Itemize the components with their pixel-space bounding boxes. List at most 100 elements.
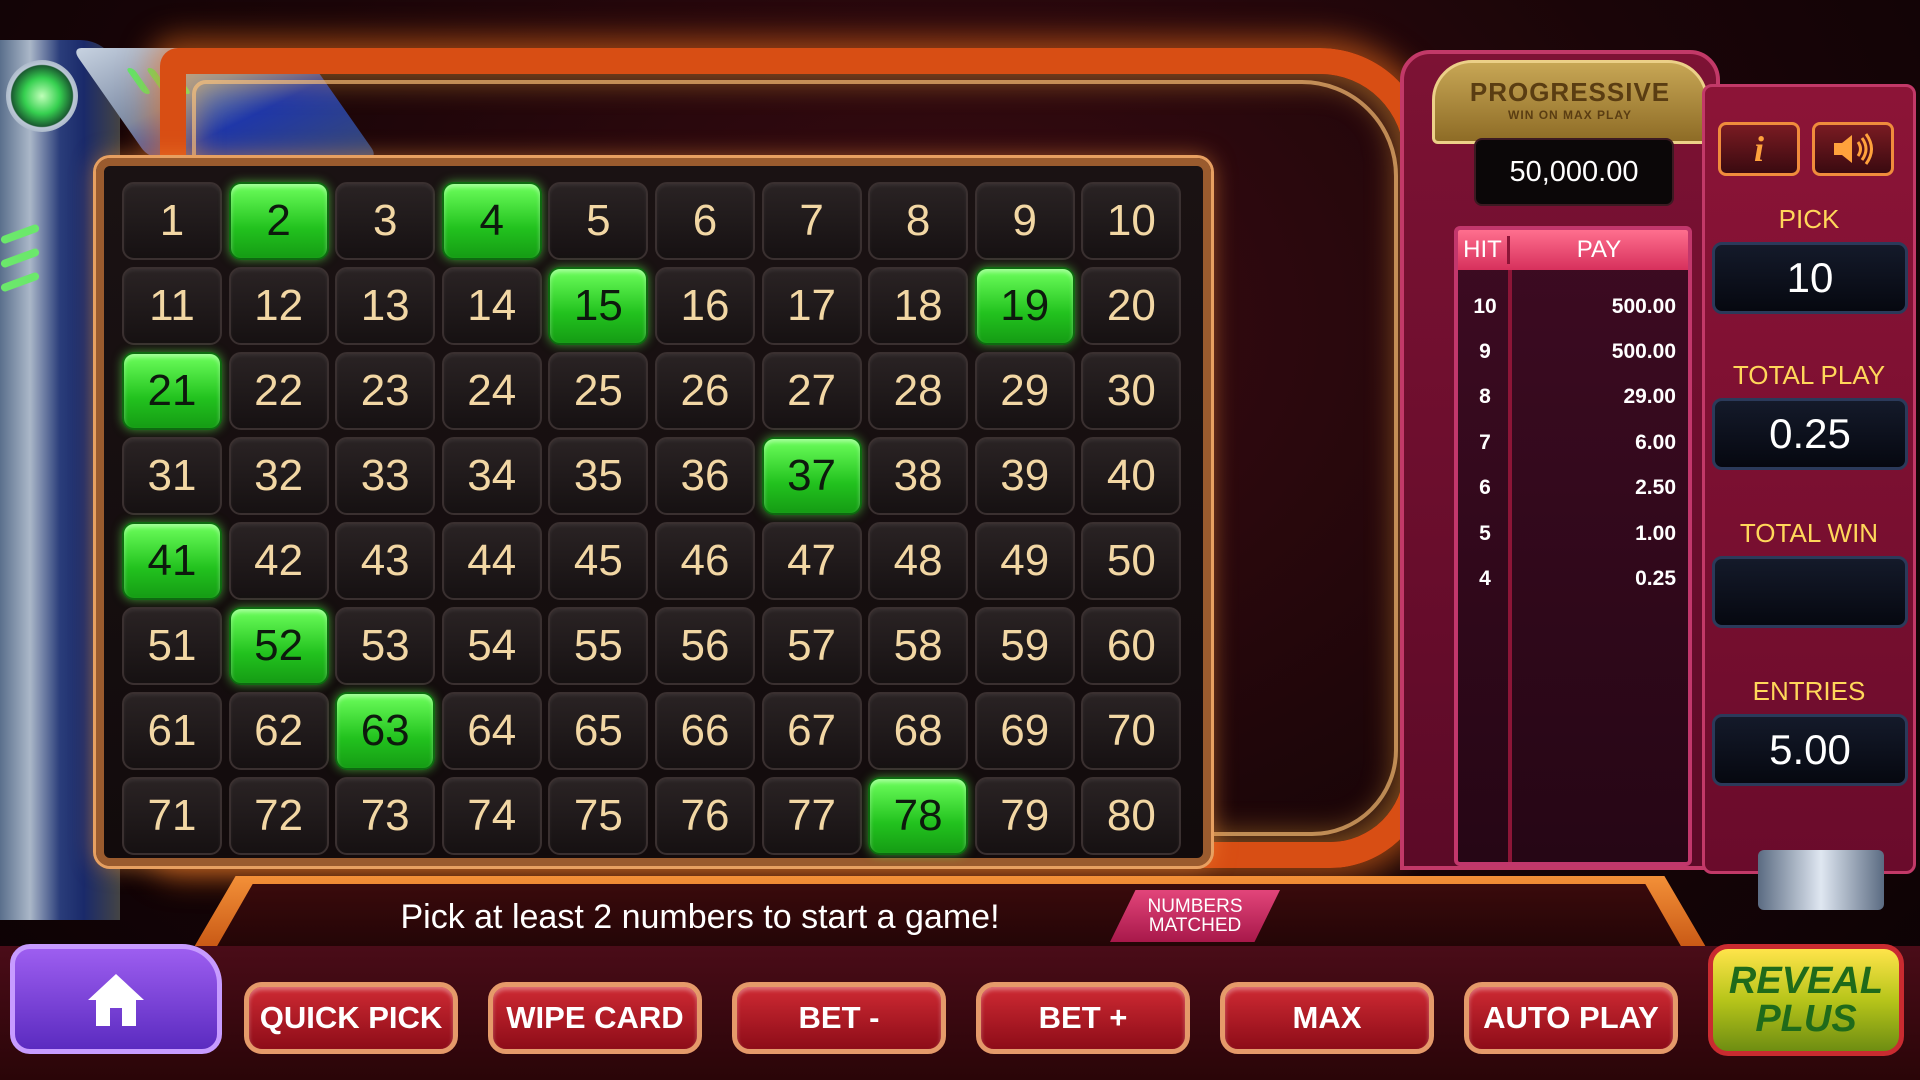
- keno-number-23[interactable]: 23: [335, 352, 436, 430]
- keno-number-8[interactable]: 8: [868, 182, 969, 260]
- keno-number-30[interactable]: 30: [1081, 352, 1182, 430]
- keno-number-40[interactable]: 40: [1081, 437, 1182, 515]
- keno-number-19[interactable]: 19: [974, 267, 1075, 345]
- home-button[interactable]: [10, 944, 222, 1054]
- keno-number-27[interactable]: 27: [761, 352, 862, 430]
- keno-number-56[interactable]: 56: [654, 607, 755, 685]
- keno-number-80[interactable]: 80: [1081, 777, 1182, 855]
- keno-number-41[interactable]: 41: [122, 522, 222, 600]
- keno-number-36[interactable]: 36: [654, 437, 755, 515]
- progressive-subtitle: WIN ON MAX PLAY: [1508, 108, 1632, 122]
- keno-number-61[interactable]: 61: [122, 692, 222, 770]
- keno-number-32[interactable]: 32: [228, 437, 329, 515]
- keno-number-4[interactable]: 4: [441, 182, 542, 260]
- wipe-card-button[interactable]: WIPE CARD: [488, 982, 702, 1054]
- keno-number-48[interactable]: 48: [868, 522, 969, 600]
- keno-number-74[interactable]: 74: [441, 777, 542, 855]
- keno-number-52[interactable]: 52: [228, 607, 329, 685]
- keno-number-55[interactable]: 55: [548, 607, 649, 685]
- status-message: Pick at least 2 numbers to start a game!: [400, 898, 1000, 936]
- keno-number-12[interactable]: 12: [228, 267, 329, 345]
- keno-number-16[interactable]: 16: [654, 267, 755, 345]
- keno-number-63[interactable]: 63: [335, 692, 436, 770]
- max-bet-button[interactable]: MAX: [1220, 982, 1434, 1054]
- keno-number-54[interactable]: 54: [441, 607, 542, 685]
- keno-number-3[interactable]: 3: [335, 182, 436, 260]
- keno-number-60[interactable]: 60: [1081, 607, 1182, 685]
- keno-number-45[interactable]: 45: [548, 522, 649, 600]
- keno-number-33[interactable]: 33: [335, 437, 436, 515]
- keno-number-62[interactable]: 62: [228, 692, 329, 770]
- pay-amount: 0.25: [1635, 567, 1676, 591]
- keno-number-42[interactable]: 42: [228, 522, 329, 600]
- keno-number-14[interactable]: 14: [441, 267, 542, 345]
- keno-number-71[interactable]: 71: [122, 777, 222, 855]
- keno-number-35[interactable]: 35: [548, 437, 649, 515]
- keno-number-39[interactable]: 39: [974, 437, 1075, 515]
- keno-number-79[interactable]: 79: [974, 777, 1075, 855]
- keno-number-76[interactable]: 76: [654, 777, 755, 855]
- keno-number-20[interactable]: 20: [1081, 267, 1182, 345]
- keno-number-21[interactable]: 21: [122, 352, 222, 430]
- sound-button[interactable]: [1812, 122, 1894, 176]
- keno-number-13[interactable]: 13: [335, 267, 436, 345]
- pay-amount: 29.00: [1623, 385, 1676, 409]
- keno-number-6[interactable]: 6: [654, 182, 755, 260]
- keno-number-38[interactable]: 38: [868, 437, 969, 515]
- info-button[interactable]: i: [1718, 122, 1800, 176]
- keno-number-10[interactable]: 10: [1081, 182, 1182, 260]
- keno-number-77[interactable]: 77: [761, 777, 862, 855]
- keno-number-78[interactable]: 78: [868, 777, 969, 855]
- keno-number-18[interactable]: 18: [868, 267, 969, 345]
- keno-number-9[interactable]: 9: [974, 182, 1075, 260]
- keno-number-34[interactable]: 34: [441, 437, 542, 515]
- keno-number-47[interactable]: 47: [761, 522, 862, 600]
- keno-number-66[interactable]: 66: [654, 692, 755, 770]
- quick-pick-button[interactable]: QUICK PICK: [244, 982, 458, 1054]
- auto-play-button[interactable]: AUTO PLAY: [1464, 982, 1678, 1054]
- reveal-plus-button[interactable]: REVEAL PLUS: [1708, 944, 1904, 1056]
- keno-number-43[interactable]: 43: [335, 522, 436, 600]
- pick-label: PICK: [1778, 204, 1840, 234]
- hit-count: 5: [1479, 521, 1491, 545]
- keno-number-49[interactable]: 49: [974, 522, 1075, 600]
- bet-plus-button[interactable]: BET +: [976, 982, 1190, 1054]
- keno-number-28[interactable]: 28: [868, 352, 969, 430]
- bet-minus-button[interactable]: BET -: [732, 982, 946, 1054]
- entries-value: 5.00: [1712, 714, 1908, 786]
- keno-number-1[interactable]: 1: [122, 182, 222, 260]
- keno-number-57[interactable]: 57: [761, 607, 862, 685]
- keno-number-26[interactable]: 26: [654, 352, 755, 430]
- keno-number-31[interactable]: 31: [122, 437, 222, 515]
- pay-amount: 6.00: [1635, 430, 1676, 454]
- keno-number-22[interactable]: 22: [228, 352, 329, 430]
- keno-number-2[interactable]: 2: [228, 182, 329, 260]
- keno-number-64[interactable]: 64: [441, 692, 542, 770]
- keno-number-75[interactable]: 75: [548, 777, 649, 855]
- keno-number-11[interactable]: 11: [122, 267, 222, 345]
- keno-number-67[interactable]: 67: [761, 692, 862, 770]
- keno-number-51[interactable]: 51: [122, 607, 222, 685]
- keno-number-68[interactable]: 68: [868, 692, 969, 770]
- keno-number-69[interactable]: 69: [974, 692, 1075, 770]
- keno-number-15[interactable]: 15: [548, 267, 649, 345]
- keno-number-46[interactable]: 46: [654, 522, 755, 600]
- keno-number-5[interactable]: 5: [548, 182, 649, 260]
- keno-number-7[interactable]: 7: [761, 182, 862, 260]
- keno-number-65[interactable]: 65: [548, 692, 649, 770]
- keno-number-73[interactable]: 73: [335, 777, 436, 855]
- keno-number-44[interactable]: 44: [441, 522, 542, 600]
- keno-number-53[interactable]: 53: [335, 607, 436, 685]
- keno-number-37[interactable]: 37: [761, 437, 862, 515]
- keno-number-50[interactable]: 50: [1081, 522, 1182, 600]
- keno-number-59[interactable]: 59: [974, 607, 1075, 685]
- keno-number-25[interactable]: 25: [548, 352, 649, 430]
- keno-number-17[interactable]: 17: [761, 267, 862, 345]
- keno-number-58[interactable]: 58: [868, 607, 969, 685]
- pay-amount: 500.00: [1611, 294, 1676, 318]
- keno-number-24[interactable]: 24: [441, 352, 542, 430]
- keno-number-72[interactable]: 72: [228, 777, 329, 855]
- keno-number-29[interactable]: 29: [974, 352, 1075, 430]
- pay-amount: 1.00: [1635, 521, 1676, 545]
- keno-number-70[interactable]: 70: [1081, 692, 1182, 770]
